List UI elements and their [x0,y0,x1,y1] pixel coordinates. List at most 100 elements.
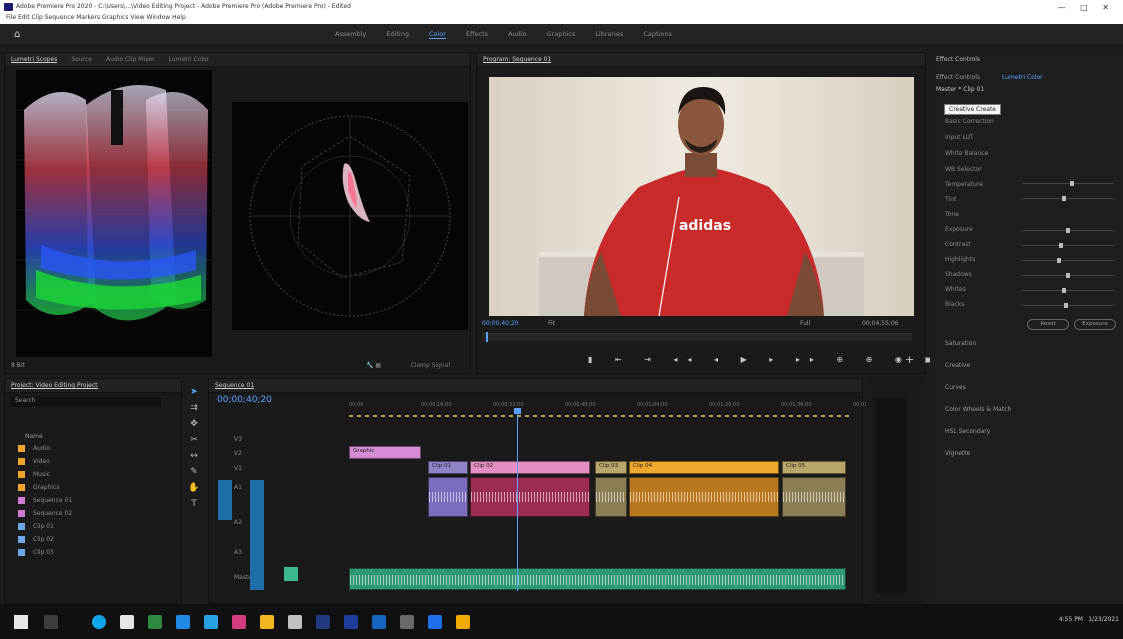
track-header[interactable]: A2 [214,515,334,529]
ec-row-8[interactable]: Contrast [945,241,971,250]
ec-row-7[interactable]: Exposure [945,226,973,235]
window-controls[interactable]: — □ ✕ [1058,3,1115,12]
timeline-ruler[interactable]: 00;00 00;00;16;00 00;00;32;00 00;00;48;00 00… [349,402,884,414]
project-item[interactable]: Clip 03 [18,547,54,558]
track-header[interactable]: A1 [214,480,334,494]
mail-icon[interactable] [204,615,218,629]
workspace-tab-color[interactable]: Color [428,30,446,39]
project-item[interactable]: Sequence 02 [18,508,72,519]
ec-source[interactable]: Master * Clip 01 [936,86,984,93]
program-timecode[interactable]: 00;00;40;20 [482,320,519,327]
slip-tool-icon[interactable]: ↔ [188,450,200,462]
project-item[interactable]: Music [18,469,50,480]
workspace-tab-libraries[interactable]: Libraries [595,30,623,39]
ec-reset-button[interactable]: Reset [1027,319,1069,330]
project-item[interactable]: Graphics [18,482,60,493]
track-header[interactable]: A3 [214,545,334,559]
ec-section-18[interactable]: HSL Secondary [945,428,990,437]
timeline-playhead[interactable] [517,411,518,591]
ec-row-11[interactable]: Whites [945,286,966,295]
ec-section-15[interactable]: Creative [945,362,970,371]
audio-clip-4[interactable] [629,477,779,517]
scope-settings-icon[interactable]: 🔧 ▦ [366,362,381,369]
program-playhead[interactable] [486,332,488,342]
menu-bar[interactable]: File Edit Clip Sequence Markers Graphics… [6,14,186,21]
program-fit-select[interactable]: Fit [548,320,555,327]
workspace-tab-assembly[interactable]: Assembly [335,30,366,39]
ec-slider-6[interactable] [1022,288,1114,293]
ec-slider-handle-7[interactable] [1064,303,1069,308]
timeline-timecode[interactable]: 00;00;40;20 [217,395,272,405]
hand-tool-icon[interactable]: ✋ [188,482,200,494]
work-area-bar[interactable] [349,415,849,417]
program-quality-select[interactable]: Full [800,320,810,327]
task-view-icon[interactable] [120,615,134,629]
clip-v1-5[interactable]: Clip 05 [782,461,846,474]
ec-row-1[interactable]: Input LUT [945,134,974,143]
project-item[interactable]: Audio [18,443,50,454]
app-icon-13[interactable] [428,615,442,629]
add-button-icon[interactable]: + [905,353,914,366]
clip-v1-1[interactable]: Clip 01 [428,461,468,474]
program-monitor-title[interactable]: Program: Sequence 01 [483,56,552,63]
clip-v1-4[interactable]: Clip 04 [629,461,779,474]
audio-clip-5[interactable] [782,477,846,517]
ec-row-6[interactable]: Tone [945,211,959,220]
project-search-input[interactable]: Search [11,397,161,407]
track-select-tool-icon[interactable]: ⇉ [188,402,200,414]
audio-clip-3[interactable] [595,477,627,517]
excel-icon[interactable] [148,615,162,629]
project-item[interactable]: Sequence 01 [18,495,72,506]
track-header[interactable]: V1 [214,461,334,475]
project-column-name[interactable]: Name [25,433,43,440]
timeline-playhead-handle[interactable] [514,408,521,414]
a1-source-patch[interactable] [250,480,264,590]
premiere-pro-icon[interactable] [316,615,330,629]
project-item[interactable]: Video [18,456,50,467]
transport-controls[interactable]: ▮ ⇤ ⇥ ◂◂ ◂ ▶ ▸ ▸▸ ⊕ ⊕ ◉ ▣ [588,355,942,364]
ec-slider-2[interactable] [1022,228,1114,233]
ec-row-9[interactable]: Highlights [945,256,975,265]
ec-row-5[interactable]: Tint [945,196,956,205]
ec-slider-handle-4[interactable] [1057,258,1062,263]
clamp-signal-label[interactable]: Clamp Signal [410,362,450,369]
ec-panel-title[interactable]: Effect Controls [936,56,980,63]
app-icon-12[interactable] [400,615,414,629]
photos-icon[interactable] [232,615,246,629]
ec-slider-handle-1[interactable] [1061,196,1066,201]
project-item[interactable]: Clip 01 [18,521,54,532]
workspace-tab-editing[interactable]: Editing [386,30,409,39]
app-icon-14[interactable] [456,615,470,629]
workspace-tab-audio[interactable]: Audio [508,30,526,39]
home-icon[interactable]: ⌂ [14,29,20,40]
ec-slider-1[interactable] [1022,196,1114,201]
audio-clip-1[interactable] [428,477,468,517]
ec-section-16[interactable]: Curves [945,384,966,393]
ec-slider-handle-6[interactable] [1062,288,1067,293]
razor-tool-icon[interactable]: ✂ [188,434,200,446]
track-header[interactable]: V3 [214,432,334,446]
ec-slider-7[interactable] [1022,303,1114,308]
scopes-tab-0[interactable]: Lumetri Scopes [11,56,58,63]
word-icon[interactable] [344,615,358,629]
cortana-icon[interactable] [92,615,106,629]
selection-tool-icon[interactable]: ➤ [188,386,200,398]
audio-clip-2[interactable] [470,477,590,517]
edge-icon[interactable] [176,615,190,629]
ec-slider-handle-5[interactable] [1066,273,1070,278]
ec-tab-effect-controls[interactable]: Effect Controls [936,74,980,81]
ec-row-0[interactable]: Basic Correction [945,118,994,127]
clip-v1-2[interactable]: Clip 02 [470,461,590,474]
ec-slider-handle-3[interactable] [1058,243,1063,248]
scopes-tab-1[interactable]: Source [71,56,92,63]
type-tool-icon[interactable]: T [188,498,200,510]
scopes-tab-3[interactable]: Lumetri Color [169,56,210,63]
sequence-tab[interactable]: Sequence 01 [215,382,255,389]
windows-start-icon[interactable] [14,615,28,629]
track-header[interactable]: Master [214,570,334,584]
workspace-tab-captions[interactable]: Captions [643,30,672,39]
ec-slider-handle-0[interactable] [1070,181,1075,186]
ec-section-14[interactable]: Saturation [945,340,976,349]
ec-row-2[interactable]: White Balance [945,150,988,159]
ec-section-19[interactable]: Vignette [945,450,970,459]
